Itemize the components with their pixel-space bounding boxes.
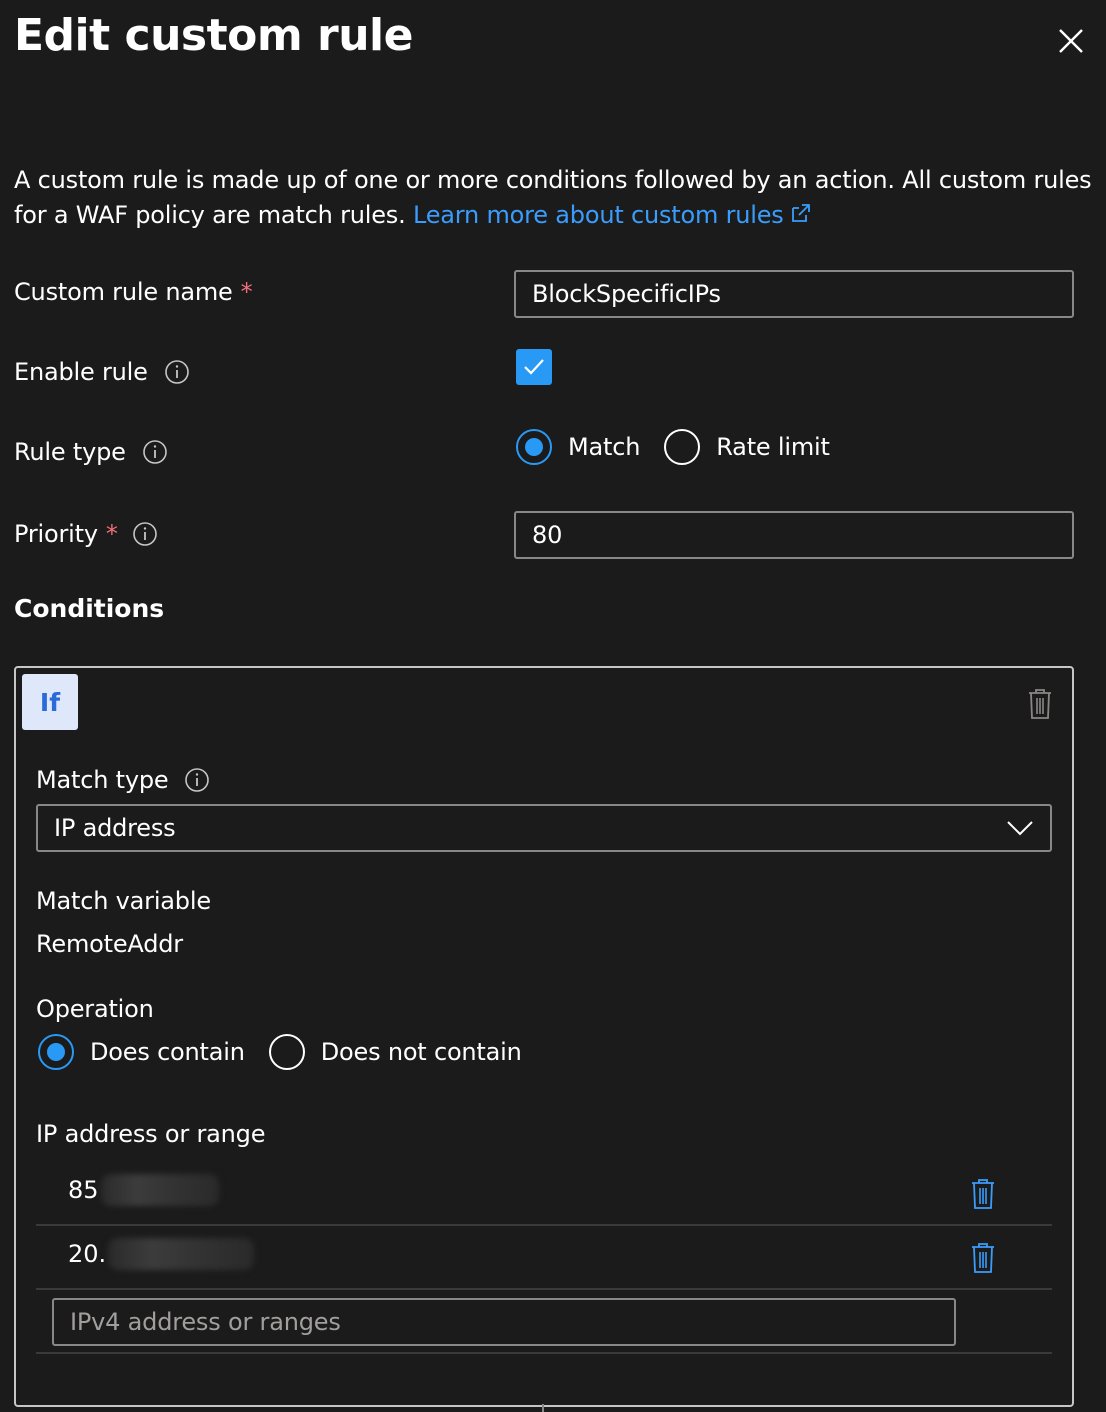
learn-more-link-text: Learn more about custom rules [412, 201, 784, 229]
divider-tick [542, 1404, 544, 1412]
redacted-blur [108, 1238, 255, 1270]
panel-title: Edit custom rule [14, 10, 413, 61]
radio-match[interactable] [516, 429, 552, 465]
operation-radio-group: Does contain Does not contain [38, 1034, 546, 1070]
row-divider [36, 1352, 1052, 1354]
external-link-icon [791, 204, 810, 222]
radio-rate-limit[interactable] [664, 429, 701, 465]
rule-type-label-text: Rule type [14, 438, 126, 466]
conditions-heading: Conditions [14, 594, 165, 623]
required-asterisk: * [240, 278, 253, 306]
match-type-label-text: Match type [36, 766, 169, 794]
required-asterisk: * [105, 520, 118, 548]
info-icon[interactable] [184, 767, 210, 793]
enable-rule-label-text: Enable rule [14, 358, 148, 386]
enable-rule-label: Enable rule [14, 358, 190, 386]
close-icon[interactable] [1054, 24, 1088, 58]
chevron-down-icon [1007, 821, 1033, 836]
ip-entry-value: 85 [68, 1174, 219, 1206]
info-icon[interactable] [164, 359, 190, 385]
learn-more-link[interactable]: Learn more about custom rules [413, 201, 812, 229]
match-type-dropdown[interactable]: IP address [36, 804, 1052, 852]
match-type-selected-value: IP address [54, 814, 176, 842]
radio-does-contain[interactable] [38, 1034, 74, 1070]
custom-rule-name-label: Custom rule name * [14, 278, 253, 306]
delete-condition-icon[interactable] [1027, 688, 1053, 720]
ip-entry-visible-part: 85 [68, 1176, 99, 1204]
ip-address-input[interactable] [52, 1298, 956, 1346]
ip-entry-visible-part: 20. [68, 1240, 107, 1268]
checkmark-icon [524, 359, 544, 375]
delete-ip-icon[interactable] [970, 1242, 996, 1274]
radio-does-not-contain[interactable] [268, 1034, 305, 1070]
delete-ip-icon[interactable] [970, 1178, 996, 1210]
condition-card: If Match type IP address Match variable … [14, 666, 1074, 1407]
operation-label: Operation [36, 995, 154, 1023]
panel-description: A custom rule is made up of one or more … [14, 163, 1094, 233]
match-variable-value: RemoteAddr [36, 930, 183, 958]
rule-type-label: Rule type [14, 438, 168, 466]
ip-entry-row: 20. [36, 1226, 1052, 1290]
enable-rule-checkbox[interactable] [516, 349, 552, 385]
radio-match-label: Match [568, 433, 641, 461]
if-badge: If [22, 674, 78, 730]
redacted-blur [100, 1174, 219, 1206]
info-icon[interactable] [142, 439, 168, 465]
custom-rule-name-label-text: Custom rule name [14, 278, 233, 306]
rule-type-radio-group: Match Rate limit [516, 429, 854, 465]
priority-label: Priority * [14, 520, 158, 548]
ip-entry-value: 20. [68, 1238, 255, 1270]
radio-does-contain-label: Does contain [90, 1038, 245, 1066]
match-type-label: Match type [36, 766, 210, 794]
custom-rule-name-input[interactable] [514, 270, 1074, 318]
radio-rate-limit-label: Rate limit [716, 433, 830, 461]
edit-custom-rule-panel: Edit custom rule A custom rule is made u… [0, 0, 1106, 1412]
ip-entry-row: 85 [36, 1162, 1052, 1226]
match-variable-label: Match variable [36, 887, 211, 915]
ip-range-label: IP address or range [36, 1120, 266, 1148]
priority-input[interactable] [514, 511, 1074, 559]
radio-does-not-contain-label: Does not contain [320, 1038, 522, 1066]
priority-label-text: Priority [14, 520, 98, 548]
info-icon[interactable] [132, 521, 158, 547]
